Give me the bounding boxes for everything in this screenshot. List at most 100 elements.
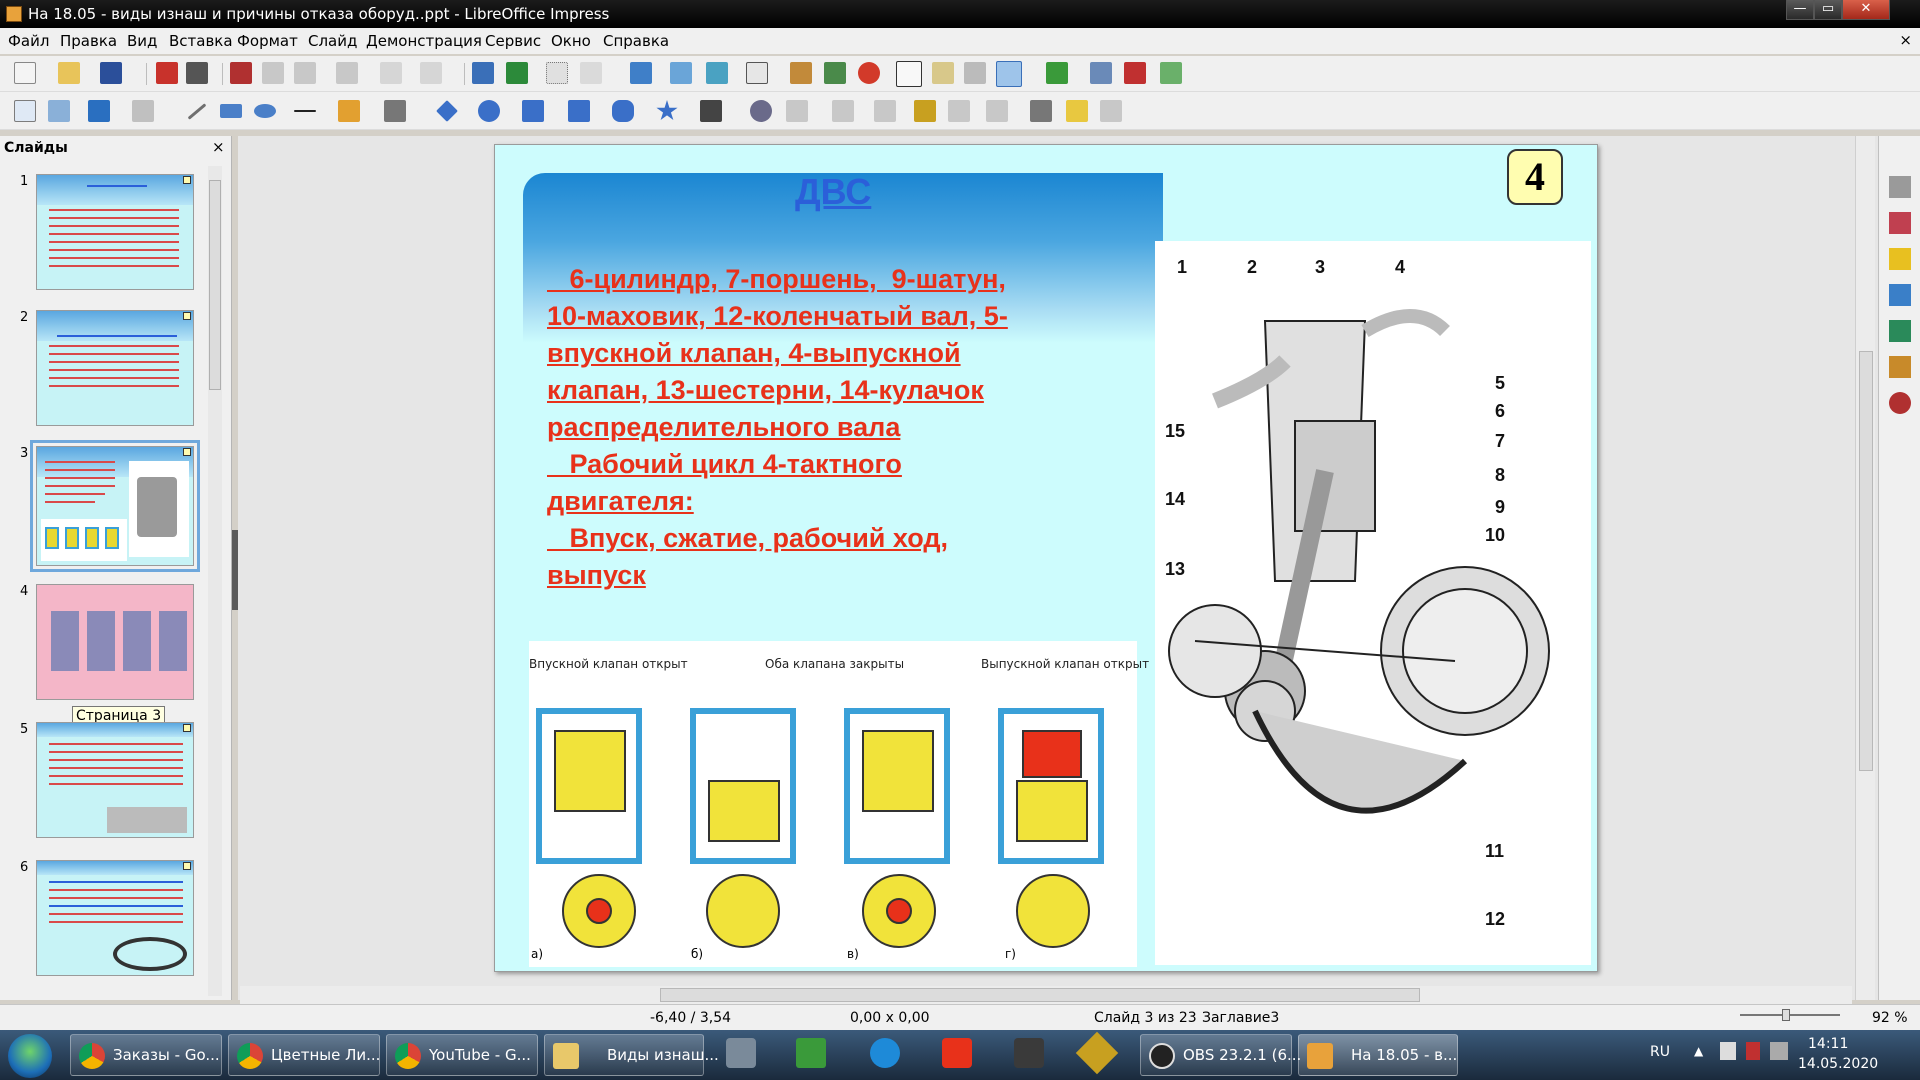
open-icon[interactable] — [58, 62, 80, 84]
menu-slide[interactable]: Слайд — [308, 32, 357, 50]
spellcheck-icon[interactable] — [506, 62, 528, 84]
horizontal-scrollbar[interactable] — [240, 986, 1852, 1004]
animation-icon[interactable] — [1889, 248, 1911, 270]
world-of-tanks-icon[interactable] — [1014, 1038, 1044, 1068]
properties-icon[interactable] — [1889, 176, 1911, 198]
zoom-slider-knob[interactable] — [1782, 1009, 1790, 1021]
slides-pane-close-icon[interactable]: × — [212, 138, 225, 156]
stars-icon[interactable] — [656, 100, 678, 121]
paste-icon[interactable] — [294, 62, 316, 84]
menu-format[interactable]: Формат — [237, 32, 298, 50]
grid-icon[interactable] — [546, 62, 568, 84]
menu-edit[interactable]: Правка — [60, 32, 117, 50]
close-document-icon[interactable]: × — [1899, 31, 1912, 49]
rectangle-tool-icon[interactable] — [220, 104, 242, 118]
freeform-icon[interactable] — [338, 100, 360, 122]
vertical-scrollbar[interactable] — [1855, 136, 1875, 1000]
cut-icon[interactable] — [230, 62, 252, 84]
arrange-icon[interactable] — [832, 100, 854, 122]
menu-slideshow[interactable]: Демонстрация — [366, 32, 482, 50]
line-color-icon[interactable] — [88, 100, 110, 122]
basic-shapes-icon[interactable] — [436, 100, 458, 122]
menu-file[interactable]: Файл — [8, 32, 49, 50]
four-stroke-cycle-image[interactable]: Впускной клапан открыт Оба клапана закры… — [529, 641, 1149, 967]
taskbar-item[interactable]: На 18.05 - в... — [1298, 1034, 1458, 1076]
taskbar-item[interactable]: OBS 23.2.1 (6... — [1140, 1034, 1301, 1076]
taskbar-item[interactable]: YouTube - G... — [386, 1034, 538, 1076]
ellipse-tool-icon[interactable] — [254, 104, 276, 118]
flag-icon[interactable] — [1746, 1042, 1760, 1060]
find-replace-icon[interactable] — [472, 62, 494, 84]
rotate-icon[interactable] — [750, 100, 772, 122]
clone-format-icon[interactable] — [336, 62, 358, 84]
presentation-icon[interactable] — [706, 62, 728, 84]
master-slides-icon[interactable] — [1889, 284, 1911, 306]
slide-thumbnail-6[interactable] — [36, 860, 194, 976]
menu-window[interactable]: Окно — [551, 32, 591, 50]
slide-thumbnail-5[interactable] — [36, 722, 194, 838]
warships-icon[interactable] — [726, 1038, 756, 1068]
navigator-icon[interactable] — [1889, 392, 1911, 414]
menu-insert[interactable]: Вставка — [169, 32, 233, 50]
maximize-button[interactable]: ▭ — [1814, 0, 1842, 20]
slide-transition-icon[interactable] — [1889, 212, 1911, 234]
points-icon[interactable] — [1030, 100, 1052, 122]
show-hidden-icons-icon[interactable]: ▲ — [1694, 1044, 1703, 1058]
close-window-button[interactable]: ✕ — [1842, 0, 1890, 20]
3d-objects-icon[interactable] — [700, 100, 722, 122]
save-icon[interactable] — [100, 62, 122, 84]
zoom-level[interactable]: 92 % — [1872, 1010, 1908, 1026]
styles-icon[interactable] — [1889, 320, 1911, 342]
select-pointer-icon[interactable] — [14, 100, 36, 122]
distribute-icon[interactable] — [874, 100, 896, 122]
slide-body-text[interactable]: 6-цилиндр, 7-поршень, 9-шатун, 10-махови… — [547, 261, 1087, 594]
slide-title[interactable]: ДВС — [795, 171, 871, 213]
image-icon[interactable] — [790, 62, 812, 84]
zoom-pan-icon[interactable] — [48, 100, 70, 122]
crop-icon[interactable] — [948, 100, 970, 122]
minimize-button[interactable]: — — [1786, 0, 1814, 20]
clock-date[interactable]: 14.05.2020 — [1798, 1056, 1878, 1072]
new-icon[interactable] — [14, 62, 36, 84]
duplicate-slide-icon[interactable] — [1090, 62, 1112, 84]
internet-explorer-icon[interactable] — [870, 1038, 900, 1068]
copy-icon[interactable] — [262, 62, 284, 84]
language-indicator[interactable]: RU — [1650, 1044, 1670, 1060]
spreadsheet-icon[interactable] — [796, 1038, 826, 1068]
menu-view[interactable]: Вид — [127, 32, 157, 50]
delete-slide-icon[interactable] — [1124, 62, 1146, 84]
start-slideshow-icon[interactable] — [670, 62, 692, 84]
slide-thumbnail-3[interactable] — [30, 440, 200, 572]
textbox-icon[interactable] — [896, 61, 922, 87]
start-button[interactable] — [8, 1034, 52, 1078]
shadow-icon[interactable] — [914, 100, 936, 122]
hyperlink-icon[interactable] — [964, 62, 986, 84]
taskbar-item[interactable]: Виды изнаш... — [544, 1034, 719, 1076]
slide-thumbnail-2[interactable] — [36, 310, 194, 426]
slide-layout-icon[interactable] — [1160, 62, 1182, 84]
network-icon[interactable] — [1770, 1042, 1788, 1060]
slide-thumbnail-4[interactable] — [36, 584, 194, 700]
display-views-icon[interactable] — [580, 62, 602, 84]
zoom-slider[interactable] — [1740, 1014, 1840, 1016]
yandex-icon[interactable] — [942, 1038, 972, 1068]
master-slide-icon[interactable] — [630, 62, 652, 84]
game-icon[interactable] — [1075, 1031, 1119, 1075]
connector-icon[interactable] — [384, 100, 406, 122]
redo-icon[interactable] — [420, 62, 442, 84]
toggle-extrusion-icon[interactable] — [996, 61, 1022, 87]
table-icon[interactable] — [746, 62, 768, 84]
glue-points-icon[interactable] — [1066, 100, 1088, 122]
align-icon[interactable] — [786, 100, 808, 122]
taskbar-item[interactable]: Заказы - Go... — [70, 1034, 222, 1076]
arrow-lines-icon[interactable] — [294, 110, 316, 112]
flowchart-icon[interactable] — [568, 100, 590, 122]
symbol-shapes-icon[interactable] — [478, 100, 500, 122]
volume-icon[interactable] — [1720, 1042, 1736, 1060]
taskbar-item[interactable]: Цветные Ли... — [228, 1034, 380, 1076]
gallery-icon[interactable] — [1889, 356, 1911, 378]
export-pdf-icon[interactable] — [156, 62, 178, 84]
print-icon[interactable] — [186, 62, 208, 84]
media-icon[interactable] — [858, 62, 880, 84]
slide-thumbnail-1[interactable] — [36, 174, 194, 290]
